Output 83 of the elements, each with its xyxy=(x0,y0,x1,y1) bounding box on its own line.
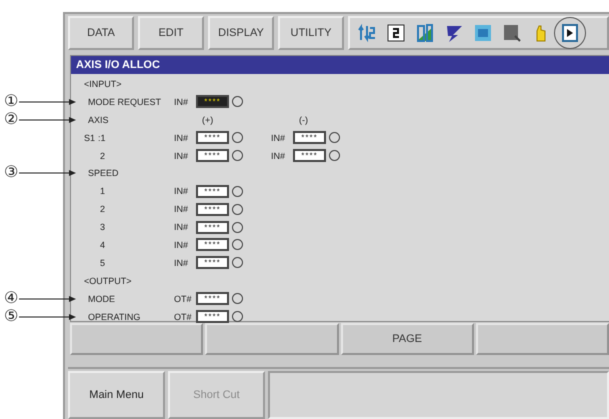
leader-arrow xyxy=(19,169,77,178)
port-field[interactable]: **** xyxy=(196,310,229,324)
port-prefix: OT# xyxy=(174,294,193,304)
toolbar-button[interactable] xyxy=(554,17,586,49)
document-icon xyxy=(502,23,522,43)
row-label: MODE REQUEST xyxy=(87,96,162,107)
toolbar-button[interactable] xyxy=(385,22,407,44)
status-lamp xyxy=(232,293,243,304)
menu-button[interactable]: Main Menu xyxy=(68,371,165,419)
status-lamp xyxy=(232,239,243,250)
row-label: 5 xyxy=(99,258,106,268)
status-lamp xyxy=(329,150,340,161)
callout-number: ⑤ xyxy=(4,308,18,325)
row-label: 3 xyxy=(99,222,106,232)
port-prefix: IN# xyxy=(174,132,190,143)
menu-tab[interactable]: DISPLAY xyxy=(208,16,274,50)
port-field[interactable]: **** xyxy=(196,131,229,144)
image-icon xyxy=(473,23,493,43)
section-label: <OUTPUT> xyxy=(84,276,133,286)
status-lamp xyxy=(232,150,243,161)
function-key[interactable] xyxy=(70,323,204,355)
function-key[interactable] xyxy=(205,323,338,355)
port-field[interactable]: **** xyxy=(196,256,229,270)
status-lamp xyxy=(232,96,243,108)
leader-arrow xyxy=(19,98,77,106)
menu-tab[interactable]: UTILITY xyxy=(278,16,344,50)
port-field[interactable]: **** xyxy=(196,238,229,252)
port-prefix: IN# xyxy=(174,150,190,160)
status-lamp xyxy=(232,222,243,233)
port-field[interactable]: **** xyxy=(196,292,229,306)
callout-number: ① xyxy=(4,94,18,110)
play-icon xyxy=(560,23,580,43)
port-prefix: IN# xyxy=(174,96,190,107)
port-prefix: IN# xyxy=(174,222,190,232)
function-key[interactable]: PAGE xyxy=(340,323,474,355)
port-field[interactable]: **** xyxy=(293,149,326,162)
port-prefix: IN# xyxy=(271,150,286,160)
status-lamp xyxy=(232,257,243,268)
arrows-icon xyxy=(357,23,377,43)
callout-number: ② xyxy=(4,112,18,128)
port-prefix: IN# xyxy=(174,204,190,214)
toolbar-button[interactable] xyxy=(501,22,523,44)
status-lamp xyxy=(232,204,243,215)
section-label: <INPUT> xyxy=(84,78,123,89)
row-label: :1 xyxy=(98,132,107,143)
column-heading: (-) xyxy=(298,114,309,125)
page-icon xyxy=(386,23,406,43)
port-prefix: IN# xyxy=(174,186,190,196)
chart-icon xyxy=(415,23,435,43)
section-label: SPEED xyxy=(87,168,120,178)
port-field[interactable]: **** xyxy=(196,202,229,216)
menu-tab[interactable]: DATA xyxy=(68,16,134,50)
port-field[interactable]: **** xyxy=(196,184,229,198)
group-label: S1 xyxy=(84,132,96,143)
row-label: MODE xyxy=(87,294,116,304)
lightning-icon xyxy=(444,23,464,43)
status-lamp xyxy=(329,132,340,144)
callout-number: ④ xyxy=(4,290,18,307)
leader-arrow xyxy=(19,116,77,124)
port-prefix: IN# xyxy=(174,240,190,250)
leader-arrow xyxy=(19,294,77,303)
row-label: 4 xyxy=(99,240,106,250)
group-label: AXIS xyxy=(87,114,110,125)
port-prefix: IN# xyxy=(174,258,190,268)
status-lamp xyxy=(232,132,243,144)
leader-arrow xyxy=(19,312,77,321)
menu-tab[interactable]: EDIT xyxy=(138,16,204,50)
row-label: 1 xyxy=(99,186,106,196)
row-label: 2 xyxy=(99,204,106,214)
row-label: OPERATING xyxy=(87,312,142,322)
port-field[interactable]: **** xyxy=(293,131,326,144)
port-field[interactable]: **** xyxy=(196,220,229,234)
column-heading: (+) xyxy=(201,114,214,125)
status-lamp xyxy=(232,311,243,322)
port-prefix: IN# xyxy=(271,132,286,143)
row-label: 2 xyxy=(99,150,106,160)
port-field[interactable]: **** xyxy=(196,95,229,108)
port-field[interactable]: **** xyxy=(196,149,229,162)
callout-number: ③ xyxy=(4,165,18,182)
port-prefix: OT# xyxy=(174,312,193,322)
status-lamp xyxy=(232,186,243,197)
function-key[interactable] xyxy=(476,323,609,355)
window-title: AXIS I/O ALLOC xyxy=(71,56,609,74)
